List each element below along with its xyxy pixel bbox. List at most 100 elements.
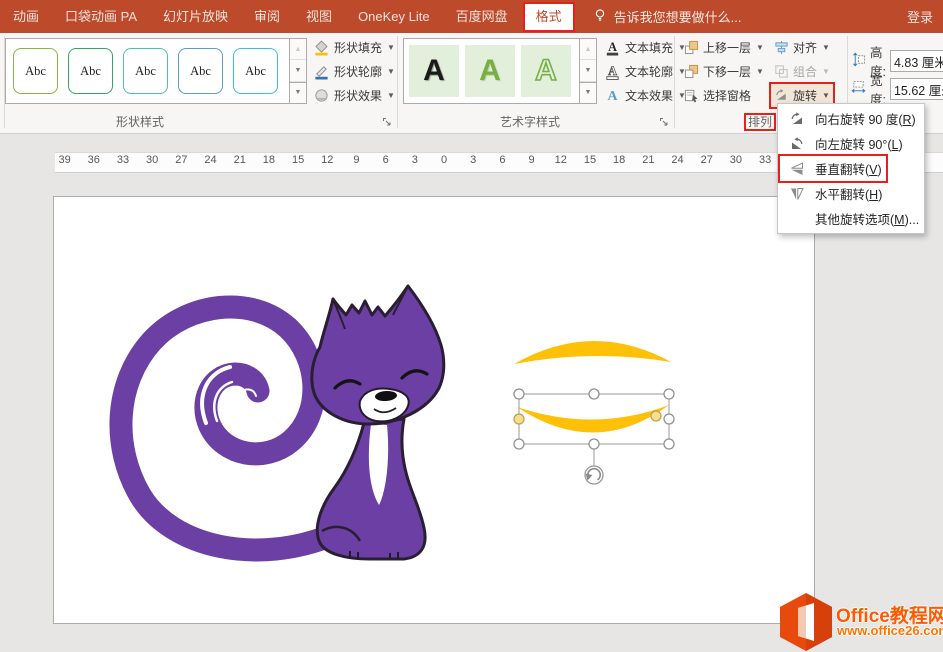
ruler-number: 21 <box>225 154 254 170</box>
shape-style-thumb-5[interactable]: Abc <box>233 48 278 94</box>
shape-fill-button[interactable]: 形状填充▼ <box>310 36 398 59</box>
ruler-number: 30 <box>721 154 750 170</box>
ruler-number: 3 <box>459 154 488 170</box>
ruler-number: 27 <box>167 154 196 170</box>
text-fill-button[interactable]: A文本填充▼ <box>601 36 689 59</box>
shape-fill-label: 形状填充 <box>334 39 382 56</box>
dropdown-arrow-icon: ▼ <box>756 43 764 52</box>
slide-canvas[interactable] <box>53 196 815 624</box>
arc-shape-top[interactable] <box>514 341 671 364</box>
ruler-number: 33 <box>751 154 780 170</box>
menu-item-flip-horizontal[interactable]: 水平翻转(H) <box>778 181 924 206</box>
height-icon <box>851 52 866 70</box>
shape-style-thumb-4[interactable]: Abc <box>178 48 223 94</box>
tab-view[interactable]: 视图 <box>293 0 345 33</box>
ruler-number: 21 <box>634 154 663 170</box>
shape-style-buttons: 形状填充▼ 形状轮廓 ▼ 形状效果▼ <box>310 36 398 107</box>
arc-shape-bottom-selected[interactable] <box>517 405 669 433</box>
group-label: 组合 <box>793 63 817 80</box>
menu-item-more-rotation-options[interactable]: 其他旋转选项(M)... <box>778 206 924 231</box>
align-label: 对齐 <box>793 39 817 56</box>
bring-forward-button[interactable]: 上移一层 ▼ <box>681 36 767 59</box>
text-outline-button[interactable]: A文本轮廓▼ <box>601 60 689 83</box>
dropdown-arrow-icon: ▼ <box>387 67 395 76</box>
menu-item-label: 水平翻转(H) <box>815 184 882 203</box>
purple-cat-image[interactable] <box>121 286 444 559</box>
width-input[interactable] <box>890 78 943 100</box>
selection-pane-label: 选择窗格 <box>703 87 751 104</box>
width-icon <box>851 80 866 98</box>
shape-effects-button[interactable]: 形状效果▼ <box>310 84 398 107</box>
selection-pane-button[interactable]: 选择窗格 <box>681 84 767 107</box>
wordart-thumb-2[interactable]: A <box>465 45 515 97</box>
wordart-thumbs: AAA <box>404 39 579 103</box>
height-input[interactable] <box>890 50 943 72</box>
shape-style-thumb-3[interactable]: Abc <box>123 48 168 94</box>
ruler-number: 27 <box>692 154 721 170</box>
flip-vertical-icon <box>785 161 809 177</box>
tab-slideshow[interactable]: 幻灯片放映 <box>150 0 241 33</box>
tell-me-box[interactable]: 告诉我您想要做什么... <box>593 7 742 26</box>
wordart-dialog-launcher-icon[interactable] <box>659 114 671 126</box>
menu-item-flip-vertical[interactable]: 垂直翻转(V) <box>778 156 924 181</box>
align-button[interactable]: 对齐 ▼ <box>771 36 833 59</box>
shape-effects-icon <box>313 87 330 104</box>
svg-text:A: A <box>607 88 618 104</box>
shape-style-thumb-2[interactable]: Abc <box>68 48 113 94</box>
send-backward-button[interactable]: 下移一层▼ <box>681 60 767 83</box>
menu-item-rotate-left[interactable]: 向左旋转 90°(L) <box>778 131 924 156</box>
menu-item-label: 向左旋转 90°(L) <box>815 134 903 153</box>
bring-forward-icon <box>684 40 699 55</box>
sign-in-button[interactable]: 登录 <box>907 7 933 26</box>
rotate-dropdown-menu: 向右旋转 90 度(R) 向左旋转 90°(L) 垂直翻转(V) 水平翻转(H) 其他旋… <box>777 103 925 234</box>
rotation-handle-icon[interactable] <box>585 466 603 484</box>
gallery-scroll-down-icon[interactable]: ▼ <box>290 60 306 81</box>
group-button[interactable]: 组合▼ <box>771 60 833 83</box>
gallery-scroll-down-icon[interactable]: ▼ <box>580 60 596 81</box>
gallery-scroll-up-icon[interactable]: ▲ <box>580 39 596 60</box>
wordart-group-label: 艺术字样式 <box>500 113 560 130</box>
svg-text:A: A <box>608 64 617 78</box>
tab-onekey-lite[interactable]: OneKey Lite <box>345 0 443 33</box>
rotate-label: 旋转 <box>793 87 817 104</box>
ruler-number: 6 <box>371 154 400 170</box>
bring-forward-label: 上移一层 <box>703 39 751 56</box>
menu-item-rotate-right[interactable]: 向右旋转 90 度(R) <box>778 106 924 131</box>
arrange-group-label: 排列 <box>746 113 774 130</box>
watermark-url: www.office26.com <box>837 623 943 638</box>
ruler-number: 12 <box>313 154 342 170</box>
dropdown-arrow-icon: ▼ <box>822 43 830 52</box>
shape-style-thumb-1[interactable]: Abc <box>13 48 58 94</box>
shape-fill-icon <box>313 39 330 56</box>
text-effects-button[interactable]: A文本效果▼ <box>601 84 689 107</box>
arrange-buttons-left: 上移一层 ▼ 下移一层▼ 选择窗格 <box>681 36 767 107</box>
align-icon <box>774 40 789 55</box>
wordart-thumb-1[interactable]: A <box>409 45 459 97</box>
ruler-number: 12 <box>546 154 575 170</box>
ruler-number: 24 <box>663 154 692 170</box>
menu-item-label: 其他旋转选项(M)... <box>815 209 919 228</box>
text-outline-label: 文本轮廓 <box>625 63 673 80</box>
gallery-more-icon[interactable]: ▼ <box>580 82 596 103</box>
ruler-number: 15 <box>575 154 604 170</box>
shape-outline-label: 形状轮廓 <box>334 63 382 80</box>
wordart-thumb-3[interactable]: A <box>521 45 571 97</box>
ruler-number: 24 <box>196 154 225 170</box>
ruler-number: 36 <box>79 154 108 170</box>
ruler-number: 9 <box>342 154 371 170</box>
shape-styles-dialog-launcher-icon[interactable] <box>382 114 394 126</box>
tab-review[interactable]: 审阅 <box>241 0 293 33</box>
gallery-more-icon[interactable]: ▼ <box>290 82 306 103</box>
text-effects-icon: A <box>604 87 621 104</box>
shape-outline-button[interactable]: 形状轮廓 ▼ <box>310 60 398 83</box>
tab-format[interactable]: 格式 <box>523 2 575 32</box>
tab-baidu-netdisk[interactable]: 百度网盘 <box>443 0 521 33</box>
tab-pocket-animation[interactable]: 口袋动画 PA <box>52 0 150 33</box>
dropdown-arrow-icon: ▼ <box>822 91 830 100</box>
tab-list: 动画口袋动画 PA幻灯片放映审阅视图OneKey Lite百度网盘格式 <box>0 0 577 33</box>
group-separator <box>674 36 675 128</box>
gallery-scroll-up-icon[interactable]: ▲ <box>290 39 306 60</box>
selection-box[interactable] <box>514 389 674 484</box>
tab-animation[interactable]: 动画 <box>0 0 52 33</box>
wordart-buttons: A文本填充▼A文本轮廓▼A文本效果▼ <box>601 36 689 107</box>
